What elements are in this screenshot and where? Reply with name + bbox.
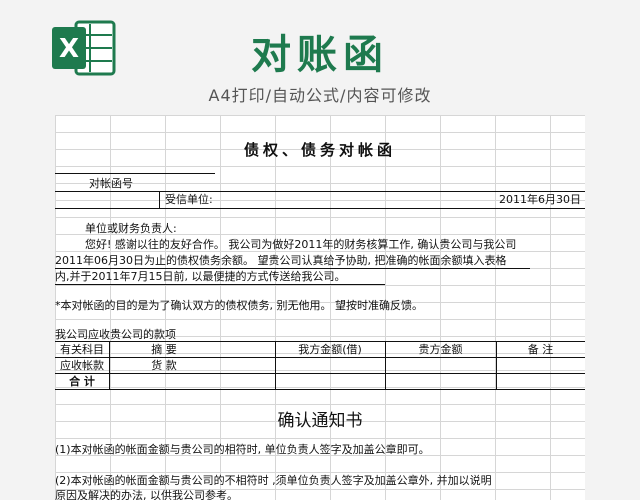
document-heading: 债权、债务对帐函 (243, 141, 396, 159)
col-header-summary: 摘 要 (151, 343, 177, 356)
ref-divider (159, 191, 160, 208)
spreadsheet-document: 债权、债务对帐函 对帐函号 受信单位: 2011年6月30日 单位或财务负责人:… (55, 115, 585, 500)
col-header-your-amount: 贵方金额 (418, 343, 463, 356)
row-account-name: 应收帐款 (60, 359, 104, 372)
total-label: 合 计 (69, 375, 95, 388)
purpose-note: *本对帐函的目的是为了确认双方的债权债务, 别无他用。 望按时准确反馈。 (55, 299, 423, 312)
ref-top-border (55, 173, 215, 174)
confirm-item-2-line-1: (2)本对帐函的帐面金额与贵公司的不相符时 ,须单位负责人签字及加盖公章外, 并… (55, 474, 492, 487)
ref-label: 对帐函号 (89, 177, 133, 190)
page-title: 对账函 (251, 32, 389, 78)
table-bottom-border (55, 389, 585, 390)
page-subtitle: A4打印/自动公式/内容可修改 (208, 86, 432, 105)
banner: X 对账函 A4打印/自动公式/内容可修改 (0, 0, 640, 115)
receivable-caption: 我公司应收贵公司的款项 (55, 328, 176, 341)
row-summary: 货 款 (151, 359, 177, 372)
col-header-remarks: 备 注 (527, 343, 554, 356)
confirm-item-2-line-2: 原因及解决的办法, 以供我公司参考。 (55, 489, 238, 500)
col-header-account: 有关科目 (60, 343, 104, 356)
recipient-bottom-border (55, 208, 585, 209)
letter-date: 2011年6月30日 (499, 193, 581, 206)
confirm-title: 确认通知书 (277, 411, 363, 431)
col-header-our-amount: 我方金额(借) (298, 343, 362, 356)
table-row-border (55, 373, 585, 374)
confirm-item-1: (1)本对帐函的帐面金额与贵公司的相符时, 单位负责人签字及加盖公章即可。 (55, 443, 430, 456)
recipient-label: 受信单位: (165, 193, 213, 206)
paragraph-line-3: 内,并于2011年7月15日前, 以最便捷的方式传送给我公司。 (55, 270, 346, 283)
salutation: 单位或财务负责人: (85, 222, 177, 235)
paragraph-line-2: 2011年06月30日为止的债权债务余额。 望贵公司认真给予协助, 把准确的帐面… (55, 254, 507, 267)
paragraph-underline-2 (55, 284, 385, 285)
paragraph-line-1: 您好! 感谢以往的友好合作。 我公司为做好2011年的财务核算工作, 确认贵公司… (85, 238, 517, 251)
